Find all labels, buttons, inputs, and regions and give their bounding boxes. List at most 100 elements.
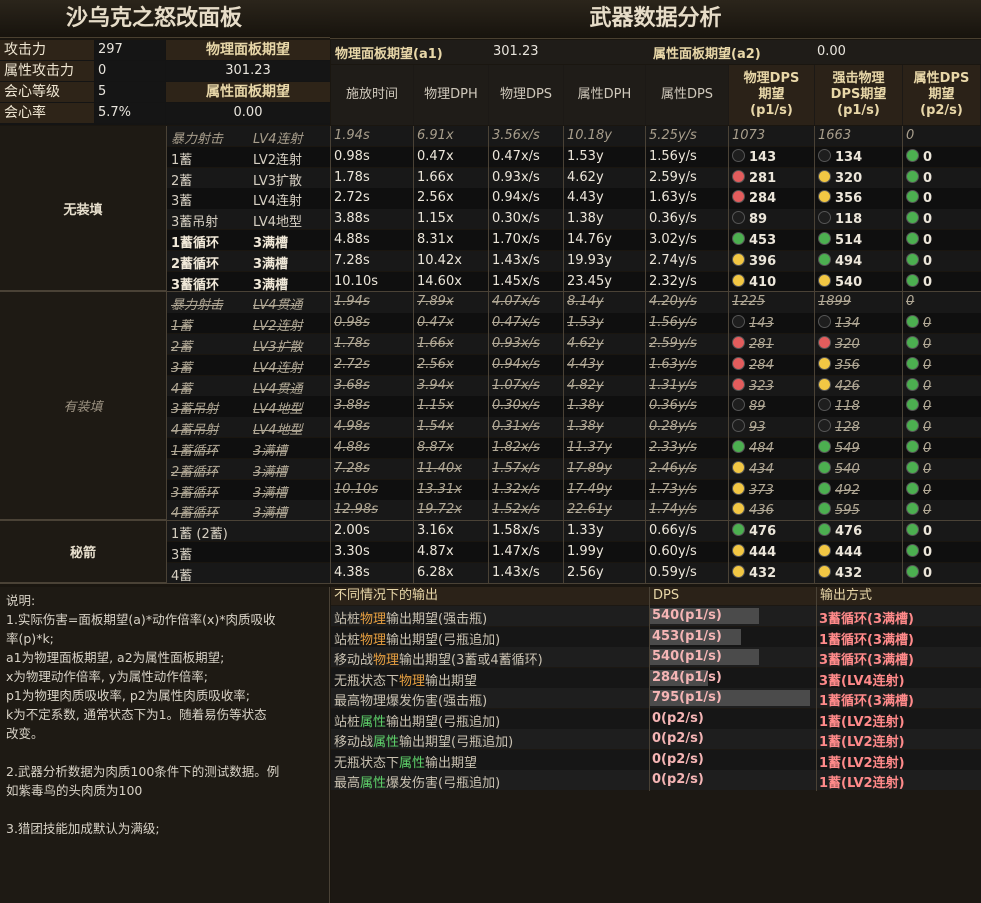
cell-value: 0: [923, 461, 932, 477]
data-cell: 0: [903, 190, 979, 206]
summary-row[interactable]: 最高物理爆发伤害(强击瓶) 795(p1/s) 1蓄循环(3满槽): [331, 688, 981, 708]
output-mode: 1蓄(LV2连射): [819, 735, 905, 749]
row-name: 1蓄循环: [171, 444, 219, 459]
summary-label-post: 输出期望(强击瓶): [386, 612, 488, 626]
note-line: 说明:: [6, 593, 36, 608]
cell-value: 0.36y/s: [649, 211, 697, 227]
status-dot-icon: [732, 190, 745, 204]
output-mode: 1蓄(LV2连射): [819, 776, 905, 790]
cell-value: 0.94x/s: [492, 190, 540, 206]
summary-row[interactable]: 站桩物理输出期望(强击瓶) 540(p1/s) 3蓄循环(3满槽): [331, 606, 981, 626]
data-cell: 4.43y: [564, 357, 644, 372]
summary-row[interactable]: 无瓶状态下物理输出期望 284(p1/s) 3蓄(LV4连射): [331, 667, 981, 688]
data-cell: 0: [903, 564, 979, 581]
table-row[interactable]: 3蓄吊射 LV4地型 3.88s 1.15x 0.30x/s 1.38y 0.36y/s 89…: [167, 209, 981, 230]
cell-value: 484: [749, 441, 774, 456]
summary-row[interactable]: 无瓶状态下属性输出期望 0(p2/s) 1蓄(LV2连射): [331, 749, 981, 770]
table-row[interactable]: 3蓄 LV4连射 2.72s 2.56x 0.94x/s 4.43y 1.63y/s 284 3…: [167, 354, 981, 376]
data-cell: 1.56y/s: [646, 315, 727, 330]
table-row[interactable]: 暴力射击 LV4连射 1.94s 6.91x 3.56x/s 10.18y 5.25y/s 1…: [167, 126, 981, 147]
column-divider: [563, 126, 564, 584]
stat-value[interactable]: 5.7%: [95, 103, 165, 123]
cell-value: 1.99y: [567, 544, 604, 559]
cell-value: 476: [749, 524, 777, 540]
table-row[interactable]: 1蓄循环 3满槽 4.88s 8.31x 1.70x/s 14.76y 3.02y/s 453…: [167, 230, 981, 251]
table-row[interactable]: 1蓄循环 3满槽 4.88s 8.87x 1.82x/s 11.37y 2.33y/s 484…: [167, 438, 981, 459]
data-cell: 1225: [729, 294, 813, 309]
summary-row[interactable]: 移动战物理输出期望(3蓄或4蓄循环) 540(p1/s) 3蓄循环(3满槽): [331, 647, 981, 667]
data-cell: 14.60x: [414, 274, 487, 289]
table-row[interactable]: 1蓄 LV2连射 0.98s 0.47x 0.47x/s 1.53y 1.56y/s 143 1…: [167, 146, 981, 168]
row-type: LV4连射: [253, 132, 303, 147]
status-dot-icon: [906, 190, 919, 204]
output-mode: 1蓄(LV2连射): [819, 714, 905, 729]
cell-value: 6.28x: [417, 564, 454, 580]
cell-value: 89: [749, 399, 766, 415]
output-mode: 1蓄循环(3满槽): [819, 694, 914, 708]
row-type: LV4地型: [253, 402, 303, 417]
column-divider: [166, 126, 167, 584]
table-row[interactable]: 3蓄循环 3满槽 10.10s 13.31x 1.32x/s 17.49y 1.73y/s 3…: [167, 479, 981, 500]
cell-value: 444: [835, 545, 863, 560]
note-line: 2.武器分析数据为肉质100条件下的测试数据。例: [6, 764, 280, 779]
cell-value: 1.70x/s: [492, 232, 540, 247]
table-row[interactable]: 4蓄 LV4贯通 3.68s 3.94x 1.07x/s 4.82y 1.31y/s 323 4…: [167, 375, 981, 396]
stat-value[interactable]: 5: [95, 82, 165, 102]
data-cell: 1.43x/s: [489, 253, 562, 268]
summary-row[interactable]: 最高属性爆发伤害(弓瓶追加) 0(p2/s) 1蓄(LV2连射): [331, 770, 981, 790]
cell-value: 4.43y: [567, 190, 604, 206]
status-dot-icon: [906, 564, 919, 578]
stat-label: 会心等级: [0, 82, 94, 102]
cell-value: 0.66y/s: [649, 523, 697, 539]
cell-value: 0: [923, 378, 932, 394]
table-row[interactable]: 4蓄循环 3满槽 12.98s 19.72x 1.52x/s 22.61y 1.74y/s 4…: [167, 500, 981, 521]
table-row[interactable]: 2蓄 LV3扩散 1.78s 1.66x 0.93x/s 4.62y 2.59y/s 281 3…: [167, 167, 981, 188]
table-row[interactable]: 暴力射击 LV4贯通 1.94s 7.89x 4.07x/s 8.14y 4.20y/s 12…: [167, 292, 981, 313]
data-cell: 10.42x: [414, 253, 487, 268]
summary-row[interactable]: 站桩属性输出期望(弓瓶追加) 0(p2/s) 1蓄(LV2连射): [331, 708, 981, 729]
data-cell: 0: [903, 232, 979, 248]
cell-value: 1.45x/s: [492, 273, 540, 289]
data-cell: 1.66x: [414, 336, 487, 351]
row-name: 1蓄: [171, 319, 193, 334]
cell-value: 134: [835, 316, 860, 332]
table-row[interactable]: 4蓄吊射 LV4地型 4.98s 1.54x 0.31x/s 1.38y 0.28y/s 93…: [167, 417, 981, 438]
cell-value: 118: [835, 399, 860, 415]
table-row[interactable]: 2蓄 LV3扩散 1.78s 1.66x 0.93x/s 4.62y 2.59y/s 281 3…: [167, 334, 981, 355]
table-row[interactable]: 3蓄 3.30s 4.87x 1.47x/s 1.99y 0.60y/s 444 444 0: [167, 542, 981, 563]
stat-value[interactable]: 297: [95, 40, 165, 60]
data-cell: 1.82x/s: [489, 440, 562, 455]
summary-label-keyword: 物理: [360, 612, 387, 626]
status-dot-icon: [732, 148, 745, 162]
table-row[interactable]: 3蓄吊射 LV4地型 3.88s 1.15x 0.30x/s 1.38y 0.36y/s 89…: [167, 396, 981, 417]
cell-value: 0: [923, 420, 932, 436]
stat-value[interactable]: 0: [95, 61, 165, 81]
cell-value: 7.89x: [417, 294, 454, 310]
summary-row[interactable]: 移动战属性输出期望(弓瓶追加) 0(p2/s) 1蓄(LV2连射): [331, 729, 981, 749]
summary-row[interactable]: 站桩物理输出期望(弓瓶追加) 453(p1/s) 1蓄循环(3满槽): [331, 626, 981, 647]
data-cell: 1.33y: [564, 523, 644, 538]
data-cell: 89: [729, 398, 813, 414]
cell-value: 19.72x: [417, 502, 462, 518]
table-row[interactable]: 2蓄循环 3满槽 7.28s 10.42x 1.43x/s 19.93y 2.74y/s 39…: [167, 250, 981, 272]
table-row[interactable]: 3蓄 LV4连射 2.72s 2.56x 0.94x/s 4.43y 1.63y/s 284 3…: [167, 188, 981, 209]
data-cell: 2.72s: [331, 357, 412, 372]
cell-value: 1.56y/s: [649, 315, 697, 331]
table-row[interactable]: 1蓄 LV2连射 0.98s 0.47x 0.47x/s 1.53y 1.56y/s 143 1…: [167, 313, 981, 334]
status-dot-icon: [906, 211, 919, 225]
table-row[interactable]: 3蓄循环 3满槽 10.10s 14.60x 1.45x/s 23.45y 2.32y/s 4…: [167, 271, 981, 292]
summary-dps: 0(p2/s): [650, 770, 816, 790]
cell-value: 1.38y: [567, 398, 604, 414]
data-cell: 356: [815, 190, 901, 206]
table-row[interactable]: 2蓄循环 3满槽 7.28s 11.40x 1.57x/s 17.89y 2.46y/s 43…: [167, 458, 981, 480]
stat-right: 物理面板期望: [166, 40, 330, 60]
cell-value: 2.72s: [334, 190, 370, 206]
cell-value: 0.47x/s: [492, 315, 540, 331]
cell-value: 7.28s: [334, 252, 370, 268]
summary-dps: 0(p2/s): [650, 729, 816, 749]
cell-value: 23.45y: [567, 273, 612, 289]
table-row[interactable]: 1蓄 (2蓄) 2.00s 3.16x 1.58x/s 1.33y 0.66y/s 476 4…: [167, 521, 981, 542]
data-cell: 11.37y: [564, 440, 644, 455]
data-cell: 323: [729, 377, 813, 394]
table-row[interactable]: 4蓄 4.38s 6.28x 1.43x/s 2.56y 0.59y/s 432 432 0: [167, 562, 981, 584]
